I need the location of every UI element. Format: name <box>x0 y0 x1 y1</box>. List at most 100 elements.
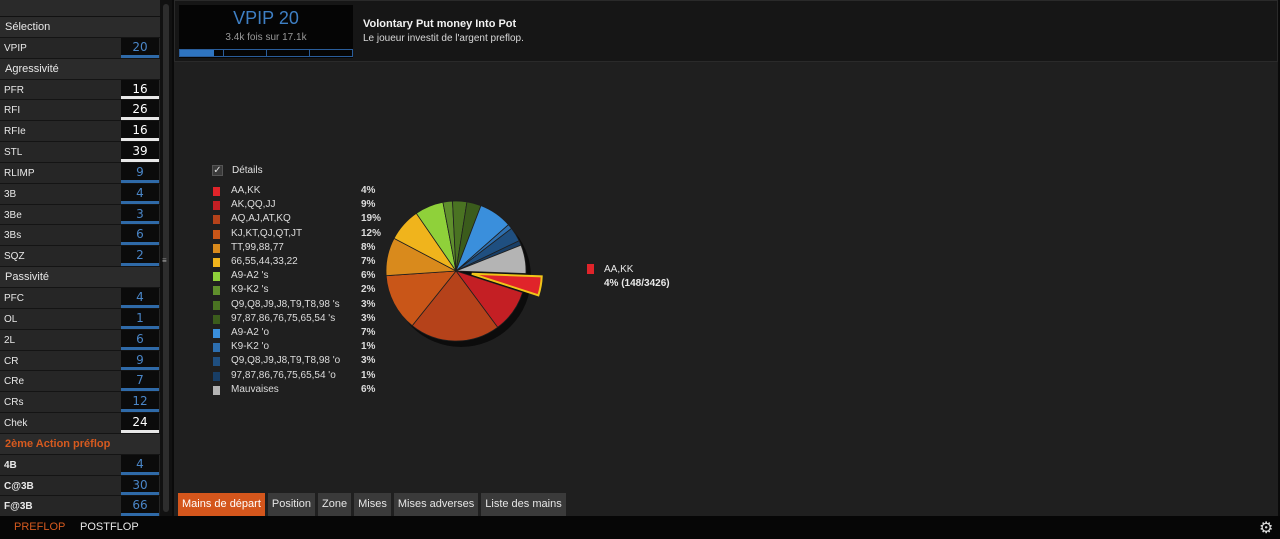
legend-item[interactable]: KJ,KT,QJ,QT,JT 12% <box>213 228 381 242</box>
stat-value-text: 2 <box>136 248 144 263</box>
legend-item[interactable]: AA,KK 4% <box>213 185 375 199</box>
stat-value-underline <box>121 158 159 162</box>
legend-item[interactable]: AK,QQ,JJ 9% <box>213 199 376 213</box>
stat-label: RLIMP <box>4 167 35 179</box>
stat-value-text: 16 <box>132 81 148 96</box>
stat-value-text: 24 <box>132 415 148 430</box>
stat-value: 6 <box>121 225 159 246</box>
sidebar-stat-2l[interactable]: 2L 6 <box>0 329 160 351</box>
legend-percent: 9% <box>361 199 376 211</box>
sidebar-stat-cr[interactable]: CR 9 <box>0 350 160 372</box>
stat-value: 9 <box>121 162 159 183</box>
legend-item[interactable]: AQ,AJ,AT,KQ 19% <box>213 213 381 227</box>
sidebar-stat-ol[interactable]: OL 1 <box>0 308 160 330</box>
legend-item[interactable]: Mauvaises 6% <box>213 384 375 398</box>
stat-label: RFIe <box>4 126 26 138</box>
legend-item[interactable]: A9-A2 'o 7% <box>213 327 375 341</box>
stat-value-underline <box>121 242 159 246</box>
sidebar-stat-rlimp[interactable]: RLIMP 9 <box>0 162 160 184</box>
legend-swatch <box>213 357 220 367</box>
legend-swatch <box>213 371 220 381</box>
stat-label: 3Be <box>4 209 22 221</box>
sidebar-stat-f3b[interactable]: F@3B 66 <box>0 496 160 518</box>
sidebar-stat-pfr[interactable]: PFR 16 <box>0 79 160 101</box>
stat-value: 16 <box>121 79 159 100</box>
tab-mains-de-d-part[interactable]: Mains de départ <box>178 493 265 516</box>
sidebar-stat-3b[interactable]: 3B 4 <box>0 183 160 205</box>
stat-label: RFI <box>4 105 21 117</box>
legend-item[interactable]: K9-K2 's 2% <box>213 284 375 298</box>
stat-value: 20 <box>121 37 159 58</box>
tab-mises[interactable]: Mises <box>354 493 391 516</box>
stat-value: 16 <box>121 121 159 142</box>
stat-value-text: 7 <box>136 373 144 388</box>
stat-value-text: 4 <box>136 185 144 200</box>
legend-swatch <box>213 229 220 239</box>
stat-label: STL <box>4 147 23 159</box>
tab-position[interactable]: Position <box>267 493 316 516</box>
legend-item[interactable]: Q9,Q8,J9,J8,T9,T8,98 'o 3% <box>213 355 375 369</box>
legend-item[interactable]: Q9,Q8,J9,J8,T9,T8,98 's 3% <box>213 299 375 313</box>
sidebar-stat-rfi[interactable]: RFI 26 <box>0 100 160 122</box>
legend-item[interactable]: K9-K2 'o 1% <box>213 341 375 355</box>
panel-splitter[interactable]: ≡ <box>160 0 172 516</box>
tab-postflop[interactable]: POSTFLOP <box>80 521 139 533</box>
details-checkbox[interactable]: ✓ <box>212 165 223 176</box>
pie-chart[interactable] <box>384 195 744 365</box>
sidebar-section-header: 2ème Action préflop <box>0 433 160 455</box>
sidebar-stat-pfc[interactable]: PFC 4 <box>0 287 160 309</box>
stat-value-underline <box>121 471 159 475</box>
stat-value-underline <box>121 96 159 100</box>
highlight-swatch <box>587 264 594 274</box>
stat-label: PFC <box>4 292 24 304</box>
stat-value: 4 <box>121 454 159 475</box>
tab-mises-adverses[interactable]: Mises adverses <box>393 493 479 516</box>
legend-item[interactable]: 66,55,44,33,22 7% <box>213 256 375 270</box>
legend-label: AQ,AJ,AT,KQ <box>231 213 291 225</box>
stat-subtitle: 3.4k fois sur 17.1k <box>225 32 307 43</box>
splitter-grip-icon[interactable]: ≡ <box>162 256 167 265</box>
sidebar-stat-stl[interactable]: STL 39 <box>0 142 160 163</box>
tab-preflop[interactable]: PREFLOP <box>14 521 65 533</box>
stat-value-text: 9 <box>136 352 144 367</box>
legend-label: AA,KK <box>231 185 261 196</box>
legend-percent: 3% <box>361 312 376 324</box>
legend-label: AK,QQ,JJ <box>231 199 276 211</box>
sidebar-stat-3be[interactable]: 3Be 3 <box>0 204 160 226</box>
stats-sidebar: Sélection VPIP 20 Agressivité PFR 16 RFI 26 RFIe… <box>0 0 160 518</box>
sidebar-stat-sqz[interactable]: SQZ 2 <box>0 246 160 268</box>
legend-item[interactable]: 97,87,86,76,75,65,54 's 3% <box>213 312 376 327</box>
sidebar-stat-chek[interactable]: Chek 24 <box>0 413 160 434</box>
tab-liste-des-mains[interactable]: Liste des mains <box>481 493 566 516</box>
stat-value-text: 30 <box>132 477 148 492</box>
sidebar-list: Sélection VPIP 20 Agressivité PFR 16 RFI 26 RFIe… <box>0 17 160 518</box>
legend-swatch <box>213 201 220 211</box>
sidebar-stat-rfie[interactable]: RFIe 16 <box>0 121 160 143</box>
stat-label: C@3B <box>4 480 34 492</box>
legend-swatch <box>213 272 220 282</box>
legend-swatch <box>213 385 220 395</box>
details-label[interactable]: Détails <box>232 165 263 176</box>
sidebar-stat-3bs[interactable]: 3Bs 6 <box>0 225 160 247</box>
legend-item[interactable]: A9-A2 's 6% <box>213 270 376 284</box>
legend-label: 66,55,44,33,22 <box>231 256 298 267</box>
stat-label: CRe <box>4 376 25 388</box>
sidebar-stat-crs[interactable]: CRs 12 <box>0 392 160 414</box>
stat-value: 4 <box>121 287 159 308</box>
legend-item[interactable]: 97,87,86,76,75,65,54 'o 1% <box>213 370 375 384</box>
stat-value: 3 <box>121 204 159 225</box>
stat-full-name: Volontary Put money Into Pot <box>363 18 517 30</box>
legend-item[interactable]: TT,99,88,77 8% <box>213 242 375 256</box>
tab-zone[interactable]: Zone <box>318 493 352 516</box>
gear-icon[interactable]: ⚙ <box>1259 518 1273 538</box>
sidebar-stat-cre[interactable]: CRe 7 <box>0 371 160 393</box>
stat-description: Le joueur investit de l'argent preflop. <box>363 33 524 44</box>
tab-bar: Mains de départ Position Zone Mises Mises ad… <box>178 493 566 516</box>
legend-swatch <box>213 286 220 296</box>
stat-value-text: 12 <box>132 394 148 409</box>
legend-percent: 6% <box>361 270 376 282</box>
stat-value: 6 <box>121 329 159 350</box>
sidebar-stat-vpip[interactable]: VPIP 20 <box>0 37 160 59</box>
sidebar-stat-c3b[interactable]: C@3B 30 <box>0 475 160 497</box>
sidebar-stat-4b[interactable]: 4B 4 <box>0 454 160 476</box>
